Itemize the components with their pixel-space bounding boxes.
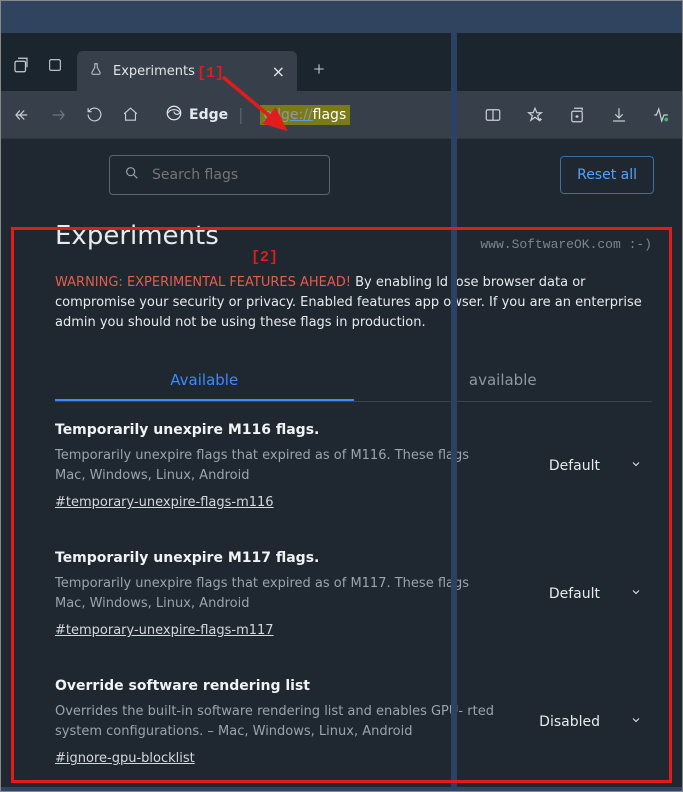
flag-desc: Temporarily unexpire flags that expired …	[55, 574, 495, 613]
tab-actions-icon[interactable]	[43, 53, 67, 77]
flag-title: Temporarily unexpire M116 flags.	[55, 422, 522, 438]
url-scheme: edge://	[264, 107, 313, 123]
address-bar[interactable]: Edge | edge://flags	[165, 104, 356, 126]
collections-icon[interactable]	[566, 104, 588, 126]
tab-available[interactable]: Available	[55, 361, 354, 401]
page-title: Experiments	[55, 221, 652, 251]
edge-label: Edge	[189, 107, 228, 123]
home-button[interactable]	[119, 104, 141, 126]
flag-anchor-link[interactable]: #temporary-unexpire-flags-m116	[55, 495, 274, 510]
flag-item: Override software rendering list Overrid…	[55, 658, 652, 786]
search-flags-box[interactable]	[109, 155, 330, 195]
flag-anchor-link[interactable]: #temporary-unexpire-flags-m117	[55, 623, 274, 638]
flag-item: Temporarily unexpire M117 flags. Tempora…	[55, 530, 652, 658]
performance-icon[interactable]	[650, 104, 672, 126]
chevron-down-icon	[630, 586, 642, 602]
tab-title: Experiments	[113, 64, 195, 79]
downloads-icon[interactable]	[608, 104, 630, 126]
new-tab-button[interactable]	[307, 57, 331, 81]
flag-desc: Temporarily unexpire flags that expired …	[55, 446, 495, 485]
split-screen-icon[interactable]	[482, 104, 504, 126]
nav-toolbar: Edge | edge://flags	[1, 91, 682, 139]
flag-title: Temporarily unexpire M117 flags.	[55, 550, 522, 566]
favorites-icon[interactable]	[524, 104, 546, 126]
flag-select[interactable]: Default	[539, 580, 652, 608]
chevron-down-icon	[630, 458, 642, 474]
flag-select[interactable]: Disabled	[529, 708, 652, 736]
tab-unavailable[interactable]: available	[354, 361, 653, 401]
flag-item: Temporarily unexpire M116 flags. Tempora…	[55, 402, 652, 530]
search-icon	[124, 165, 140, 185]
flag-anchor-link[interactable]: #ignore-gpu-blocklist	[55, 751, 195, 766]
page-content: Reset all Experiments WARNING: EXPERIMEN…	[1, 139, 682, 787]
url-path: flags	[313, 107, 347, 123]
back-button[interactable]	[11, 104, 33, 126]
close-icon[interactable]: ×	[272, 62, 285, 81]
edge-logo-icon	[165, 104, 183, 126]
browser-tab[interactable]: Experiments ×	[77, 51, 297, 91]
external-window-bar	[1, 1, 682, 33]
reset-all-button[interactable]: Reset all	[560, 156, 654, 194]
bottom-bar	[1, 787, 682, 791]
flask-icon	[89, 62, 103, 80]
forward-button	[47, 104, 69, 126]
flag-title: Override software rendering list	[55, 678, 522, 694]
refresh-button[interactable]	[83, 104, 105, 126]
flag-select[interactable]: Default	[539, 452, 652, 480]
workspaces-icon[interactable]	[9, 53, 33, 77]
warning-text: WARNING: EXPERIMENTAL FEATURES AHEAD! By…	[55, 273, 652, 333]
tab-strip: Experiments ×	[1, 33, 682, 91]
search-input[interactable]	[152, 167, 315, 183]
chevron-down-icon	[630, 714, 642, 730]
flag-desc: Overrides the built-in software renderin…	[55, 702, 495, 741]
